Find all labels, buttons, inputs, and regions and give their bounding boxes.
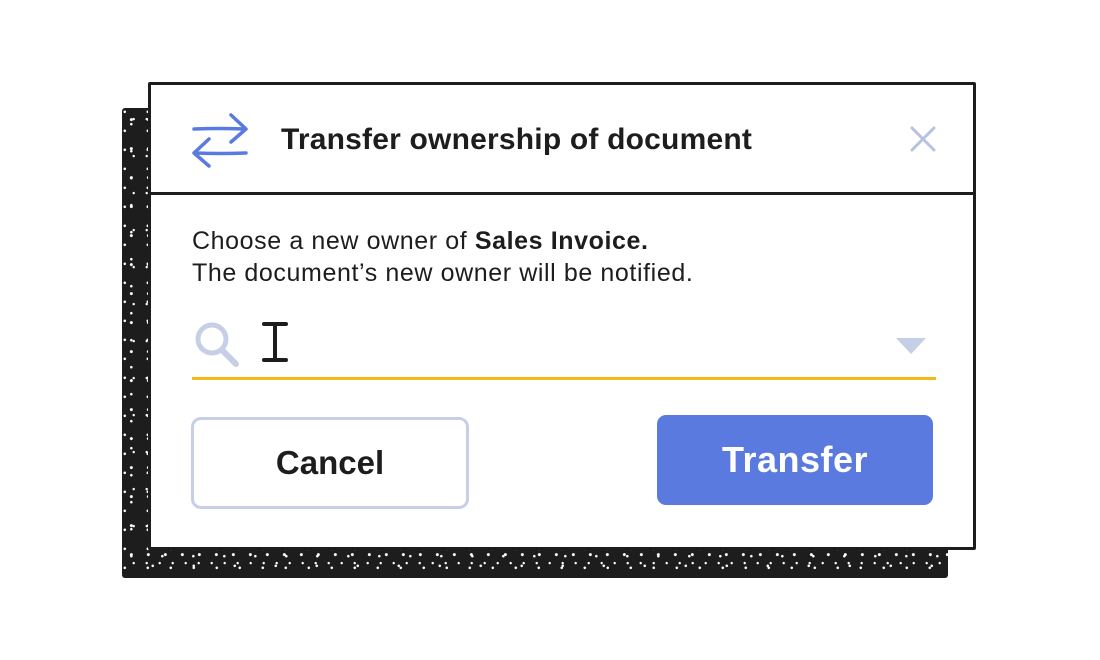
transfer-button[interactable]: Transfer <box>657 415 933 505</box>
description-line-1: Choose a new owner of Sales Invoice. <box>192 225 693 257</box>
stage: Transfer ownership of document Choose a … <box>0 0 1100 660</box>
close-icon[interactable] <box>907 123 939 155</box>
cancel-button[interactable]: Cancel <box>191 417 469 509</box>
dialog-header: Transfer ownership of document <box>151 85 973 195</box>
description-line-2: The document’s new owner will be notifie… <box>192 259 694 287</box>
search-icon <box>195 322 239 367</box>
owner-search-input[interactable] <box>292 325 852 361</box>
document-name: Sales Invoice. <box>474 227 649 255</box>
dialog-body: Choose a new owner of Sales Invoice. The… <box>151 195 973 547</box>
description-prefix: Choose a new owner of <box>192 227 475 255</box>
transfer-ownership-dialog: Transfer ownership of document Choose a … <box>148 82 976 550</box>
dialog-description: Choose a new owner of Sales Invoice. The… <box>192 225 693 289</box>
owner-search-field[interactable] <box>192 305 936 380</box>
transfer-arrows-icon <box>192 113 248 168</box>
text-cursor-icon <box>262 322 288 362</box>
chevron-down-icon[interactable] <box>894 335 928 357</box>
dialog-title: Transfer ownership of document <box>281 123 753 156</box>
